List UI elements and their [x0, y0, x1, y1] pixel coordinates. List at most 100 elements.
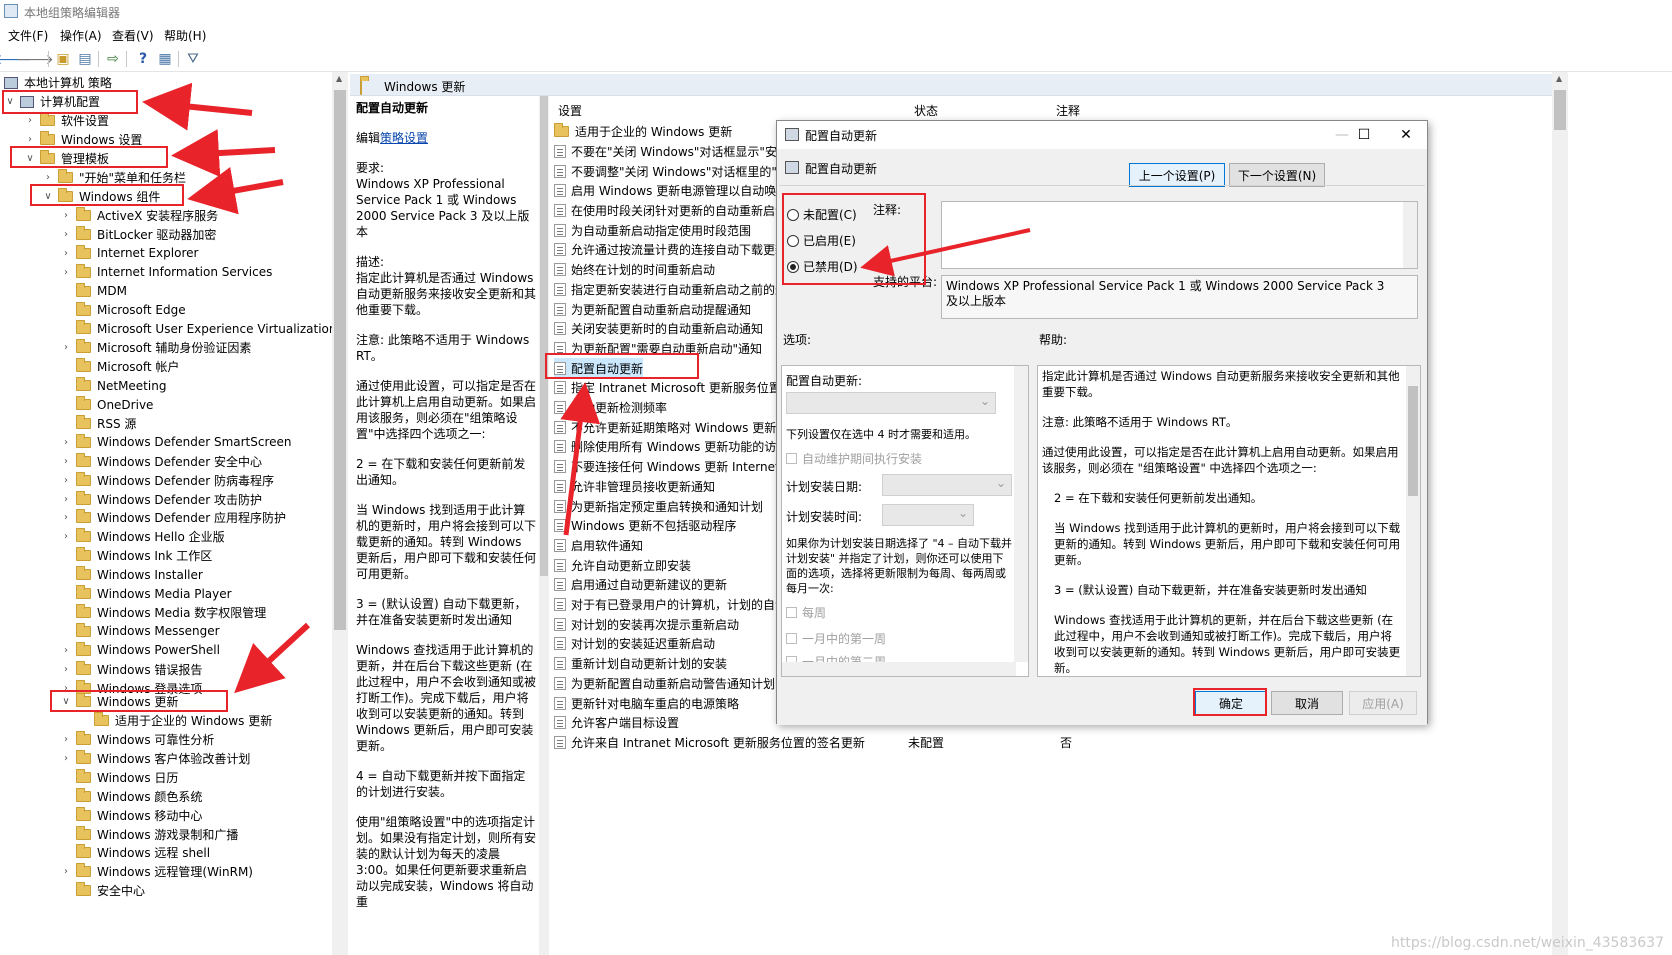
- tree-item[interactable]: Microsoft User Experience Virtualization: [60, 319, 337, 338]
- filter-icon[interactable]: ⛛: [184, 50, 202, 68]
- tree-item[interactable]: › Windows PowerShell: [60, 641, 220, 660]
- show-tree-icon[interactable]: ▤: [76, 50, 94, 68]
- tree-item[interactable]: Windows Media 数字权限管理: [60, 603, 266, 622]
- prev-setting-button[interactable]: 上一个设置(P): [1129, 163, 1225, 187]
- close-icon[interactable]: ✕: [1391, 125, 1421, 145]
- chevron-right-icon[interactable]: ›: [60, 267, 72, 278]
- folder-up-icon[interactable]: ▣: [54, 50, 72, 68]
- weekly-checkbox[interactable]: [786, 607, 797, 618]
- chevron-right-icon[interactable]: ›: [60, 437, 72, 448]
- chevron-right-icon[interactable]: ›: [60, 664, 72, 675]
- cancel-button[interactable]: 取消: [1271, 691, 1343, 715]
- tree-item[interactable]: › Windows 远程管理(WinRM): [60, 862, 253, 881]
- export-icon[interactable]: ⇨: [104, 50, 122, 68]
- setting-row[interactable]: 允许自动更新立即安装: [554, 555, 691, 575]
- options-hscrollbar[interactable]: [782, 662, 1016, 676]
- menu-action[interactable]: 操作(A): [60, 27, 102, 44]
- setting-row[interactable]: 不要连接任何 Windows 更新 Internet 位: [554, 457, 795, 477]
- setting-row[interactable]: 自动更新检测频率: [554, 398, 667, 418]
- setting-row[interactable]: 指定更新安装进行自动重新启动之前的最: [554, 280, 787, 300]
- chevron-right-icon[interactable]: ›: [24, 115, 36, 126]
- setting-row[interactable]: 始终在计划的时间重新启动: [554, 260, 715, 280]
- maint-checkbox-row[interactable]: 自动维护期间执行安装: [786, 450, 922, 467]
- setting-row[interactable]: 允许来自 Intranet Microsoft 更新服务位置的签名更新: [554, 733, 865, 753]
- setting-row[interactable]: 不允许更新延期策略对 Windows 更新执: [554, 418, 788, 438]
- tree-item[interactable]: › Microsoft 辅助身份验证因素: [60, 338, 251, 357]
- tree-item[interactable]: › BitLocker 驱动器加密: [60, 225, 216, 244]
- setting-row[interactable]: 对计划的安装延迟重新启动: [554, 634, 715, 654]
- tree-item[interactable]: › Windows 错误报告: [60, 660, 202, 679]
- chevron-right-icon[interactable]: ›: [60, 753, 72, 764]
- setting-row[interactable]: 为更新配置自动重新启动提醒通知: [554, 299, 751, 319]
- configure-dropdown[interactable]: [786, 392, 996, 414]
- time-dropdown[interactable]: [882, 504, 974, 526]
- tree-item[interactable]: MDM: [60, 282, 127, 301]
- setting-row[interactable]: 为自动重新启动指定使用时段范围: [554, 221, 751, 241]
- tree-item[interactable]: NetMeeting: [60, 376, 166, 395]
- setting-row[interactable]: 为更新指定预定重启转换和通知计划: [554, 496, 763, 516]
- tree-item[interactable]: Windows Messenger: [60, 622, 220, 641]
- desc-scroll-thumb[interactable]: [540, 96, 548, 576]
- tree-item[interactable]: Windows 远程 shell: [60, 843, 210, 862]
- setting-row[interactable]: 重新计划自动更新计划的安装: [554, 654, 727, 674]
- scroll-up-icon[interactable]: ▲: [336, 74, 342, 83]
- tree-item[interactable]: › Windows Defender 防病毒程序: [60, 471, 274, 490]
- chevron-right-icon[interactable]: ›: [60, 342, 72, 353]
- help-scroll-thumb[interactable]: [1408, 386, 1418, 496]
- weekly-checkbox-row[interactable]: 每周: [786, 604, 826, 621]
- chevron-right-icon[interactable]: ›: [60, 866, 72, 877]
- next-setting-button[interactable]: 下一个设置(N): [1229, 163, 1325, 187]
- tree-scroll-thumb[interactable]: [334, 90, 346, 630]
- chevron-right-icon[interactable]: ›: [60, 494, 72, 505]
- tree-item[interactable]: › Windows 客户体验改善计划: [60, 749, 250, 768]
- chevron-right-icon[interactable]: ›: [60, 229, 72, 240]
- first-week-checkbox[interactable]: [786, 633, 797, 644]
- list-scrollbar[interactable]: ▲: [1552, 72, 1568, 955]
- setting-row[interactable]: 更新针对电脑车重启的电源策略: [554, 693, 739, 713]
- setting-row[interactable]: 为更新配置自动重新启动警告通知计划: [554, 674, 775, 694]
- tree-item[interactable]: › ActiveX 安装程序服务: [60, 206, 218, 225]
- tree-item[interactable]: › Windows 可靠性分析: [60, 730, 214, 749]
- tree-item[interactable]: Windows 日历: [60, 768, 178, 787]
- tree-item[interactable]: › Windows Defender 攻击防护: [60, 490, 262, 509]
- tree-item[interactable]: Windows Ink 工作区: [60, 546, 212, 565]
- setting-row[interactable]: 对于有已登录用户的计算机，计划的自动: [554, 595, 787, 615]
- help-icon[interactable]: ?: [134, 50, 152, 68]
- tree-item[interactable]: › Windows Defender 应用程序防护: [60, 508, 286, 527]
- tree-item[interactable]: › Windows Hello 企业版: [60, 527, 225, 546]
- col-state[interactable]: 状态: [914, 102, 938, 119]
- chevron-right-icon[interactable]: ›: [60, 248, 72, 259]
- desc-scrollbar[interactable]: [539, 96, 549, 955]
- setting-row[interactable]: 关闭安装更新时的自动重新启动通知: [554, 319, 763, 339]
- comment-scrollbar[interactable]: [1403, 202, 1417, 268]
- tree-item[interactable]: Windows 游戏录制和广播: [60, 825, 238, 844]
- tree-item[interactable]: Microsoft 帐户: [60, 357, 179, 376]
- tree-item[interactable]: Windows Installer: [60, 565, 203, 584]
- tree-item[interactable]: › Internet Explorer: [60, 244, 198, 263]
- chevron-right-icon[interactable]: ›: [24, 134, 36, 145]
- edit-policy-link[interactable]: 策略设置: [380, 131, 428, 145]
- setting-row[interactable]: 启用通过自动更新建议的更新: [554, 575, 727, 595]
- list-scroll-thumb[interactable]: [1554, 90, 1566, 130]
- chevron-right-icon[interactable]: ›: [60, 734, 72, 745]
- setting-row[interactable]: 指定 Intranet Microsoft 更新服务位置: [554, 378, 781, 398]
- maximize-icon[interactable]: ☐: [1349, 125, 1379, 145]
- setting-row[interactable]: 在使用时段关闭针对更新的自动重新启动: [554, 201, 787, 221]
- forward-icon[interactable]: 🡒: [16, 50, 54, 68]
- day-dropdown[interactable]: [882, 474, 1012, 496]
- apply-button[interactable]: 应用(A): [1349, 691, 1417, 715]
- tree-item[interactable]: › Windows Defender SmartScreen: [60, 433, 292, 452]
- chevron-right-icon[interactable]: ›: [60, 645, 72, 656]
- setting-row[interactable]: 启用软件通知: [554, 536, 643, 556]
- help-scrollbar[interactable]: [1406, 366, 1420, 676]
- setting-row[interactable]: 启用 Windows 更新电源管理以自动唤醒: [554, 181, 788, 201]
- tree-enterprise-update[interactable]: 适用于企业的 Windows 更新: [94, 711, 272, 730]
- menu-help[interactable]: 帮助(H): [164, 27, 206, 44]
- options-vscrollbar[interactable]: [1014, 366, 1028, 662]
- maint-checkbox[interactable]: [786, 453, 797, 464]
- setting-row[interactable]: 不要调整"关闭 Windows"对话框里的"安: [554, 161, 789, 181]
- setting-row[interactable]: 适用于企业的 Windows 更新: [554, 122, 732, 142]
- first-week-checkbox-row[interactable]: 一月中的第一周: [786, 630, 886, 647]
- tree-item[interactable]: OneDrive: [60, 395, 153, 414]
- tree-item[interactable]: RSS 源: [60, 414, 136, 433]
